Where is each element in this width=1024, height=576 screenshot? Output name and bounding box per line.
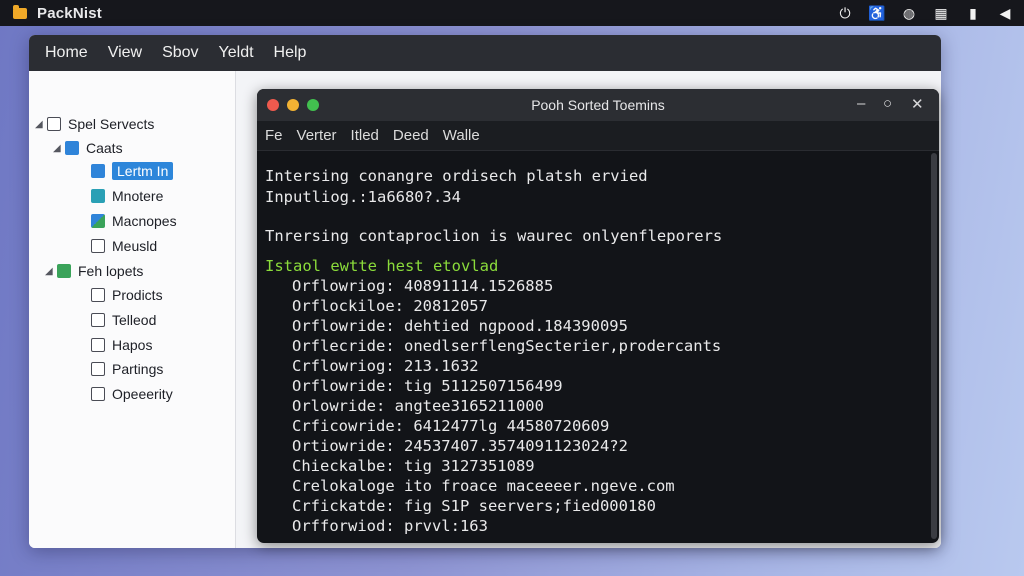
tree-item-lertm-in[interactable]: Lertm In: [91, 161, 174, 181]
terminal-line: Orlowride: angtee3165211000: [292, 397, 544, 415]
terminal-scrollbar[interactable]: [931, 153, 937, 539]
terminal-line: Chieckalbe: tig 3127351089: [292, 457, 535, 475]
tree-item-label: Hapos: [112, 337, 153, 353]
terminal-line: Orflowride: dehtied ngpood.184390095: [292, 317, 628, 335]
expand-arrow-icon[interactable]: ◢: [35, 119, 47, 130]
sidebar-tree: ◢ Spel Servects ◢ Caats Lertm In Mnotere…: [29, 71, 236, 548]
terminal-title-bar: Pooh Sorted Toemins – ○ ✕: [257, 89, 939, 121]
tree-item-label: Spel Servects: [68, 116, 155, 132]
document-icon: [91, 362, 105, 376]
document-icon: [47, 117, 61, 131]
tree-item-feh-lopets[interactable]: ◢ Feh lopets: [45, 261, 143, 281]
tree-item-label: Partings: [112, 361, 164, 377]
terminal-line: Crflowriog: 213.1632: [292, 357, 479, 375]
tree-item-label: Mnotere: [112, 188, 164, 204]
menu-help[interactable]: Help: [274, 44, 307, 62]
tree-item-hapos[interactable]: Hapos: [91, 335, 152, 355]
package-icon: [91, 214, 105, 228]
terminal-output[interactable]: Intersing conangre ordisech platsh ervie…: [257, 151, 929, 543]
tree-item-prodicts[interactable]: Prodicts: [91, 285, 163, 305]
close-icon[interactable]: ✕: [911, 95, 924, 113]
document-icon: [91, 313, 105, 327]
folder-icon: [65, 141, 79, 155]
tree-item-mnotere[interactable]: Mnotere: [91, 186, 163, 206]
grid-icon[interactable]: ▦: [932, 5, 950, 22]
app-title: PackNist: [37, 4, 102, 22]
document-icon: [91, 387, 105, 401]
terminal-line: Inputliog.:1a6680?.34: [265, 188, 461, 206]
system-top-bar: PackNist ⏻ ♿ ◍ ▦ ▮ ◀: [0, 0, 1024, 26]
terminal-menu-walle[interactable]: Walle: [443, 127, 480, 144]
terminal-menu-itled[interactable]: Itled: [351, 127, 379, 144]
menu-view[interactable]: View: [108, 44, 142, 62]
system-tray: ⏻ ♿ ◍ ▦ ▮ ◀: [836, 0, 1014, 26]
tree-item-caats[interactable]: ◢ Caats: [53, 138, 123, 158]
document-icon: [91, 239, 105, 253]
terminal-menu-deed[interactable]: Deed: [393, 127, 429, 144]
tree-item-label: Opeeerity: [112, 386, 173, 402]
share-icon: [91, 189, 105, 203]
terminal-line: Orfforwiod: prvvl:163: [292, 517, 488, 535]
terminal-line: Orflockiloe: 20812057: [292, 297, 488, 315]
terminal-window: Pooh Sorted Toemins – ○ ✕ Fe Verter Itle…: [257, 89, 939, 543]
tree-item-spel-servects[interactable]: ◢ Spel Servects: [35, 114, 154, 134]
tree-item-label: Caats: [86, 140, 123, 156]
terminal-menu-fe[interactable]: Fe: [265, 127, 283, 144]
terminal-menu-bar: Fe Verter Itled Deed Walle: [257, 121, 939, 151]
minimize-icon[interactable]: –: [857, 95, 865, 112]
tree-item-label: Meusld: [112, 238, 158, 254]
terminal-line: Orflowriog: 40891114.1526885: [292, 277, 554, 295]
folder-icon: [57, 264, 71, 278]
tree-item-partings[interactable]: Partings: [91, 359, 163, 379]
document-icon: [91, 288, 105, 302]
menu-sbov[interactable]: Sbov: [162, 44, 198, 62]
volume-icon[interactable]: ◀: [996, 5, 1014, 22]
expand-arrow-icon[interactable]: ◢: [53, 143, 65, 154]
tree-item-label: Macnopes: [112, 213, 177, 229]
terminal-line: Ortiowride: 24537407.3574091123024?2: [292, 437, 628, 455]
menu-yeldt[interactable]: Yeldt: [219, 44, 254, 62]
terminal-line: Crelokaloge ito froace maceeeer.ngeve.co…: [292, 477, 675, 495]
terminal-line: Intersing conangre ordisech platsh ervie…: [265, 167, 648, 185]
tree-item-label: Feh lopets: [78, 263, 144, 279]
terminal-line: Orflowride: tig 5112507156499: [292, 377, 563, 395]
tree-item-label: Lertm In: [112, 162, 174, 180]
tree-item-macnopes[interactable]: Macnopes: [91, 211, 177, 231]
restore-icon[interactable]: ○: [883, 95, 892, 112]
menu-home[interactable]: Home: [45, 44, 88, 62]
battery-icon[interactable]: ▮: [964, 5, 982, 22]
document-icon: [91, 338, 105, 352]
tree-item-label: Telleod: [112, 312, 157, 328]
terminal-line: Crfickatde: fig S1P seervers;fied000180: [292, 497, 656, 515]
tree-item-label: Prodicts: [112, 287, 163, 303]
app-icon: [91, 164, 105, 178]
power-icon[interactable]: ⏻: [836, 5, 854, 22]
accessibility-icon[interactable]: ♿: [868, 5, 886, 22]
folder-icon: [13, 4, 27, 19]
terminal-menu-verter[interactable]: Verter: [297, 127, 337, 144]
tree-item-telleod[interactable]: Telleod: [91, 310, 156, 330]
terminal-line: Crficowride: 6412477lg 44580720609: [292, 417, 610, 435]
tree-item-meusld[interactable]: Meusld: [91, 236, 157, 256]
terminal-title: Pooh Sorted Toemins: [531, 97, 665, 113]
menu-bar: Home View Sbov Yeldt Help: [29, 35, 941, 71]
tree-item-opeeerity[interactable]: Opeeerity: [91, 384, 173, 404]
globe-icon[interactable]: ◍: [900, 5, 918, 22]
terminal-line-highlight: Istaol ewtte hest etovlad: [265, 257, 499, 275]
terminal-line: Tnrersing contaproclion is waurec onlyen…: [265, 227, 723, 245]
expand-arrow-icon[interactable]: ◢: [45, 266, 57, 277]
terminal-line: Orflecride: onedlserflengSecterier,prode…: [292, 337, 722, 355]
